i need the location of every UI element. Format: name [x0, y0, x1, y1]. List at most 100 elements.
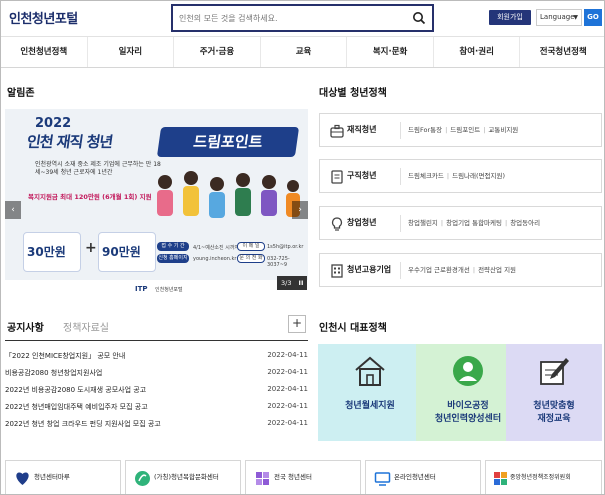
policy-row-name: 재직청년 — [347, 125, 377, 134]
people-illustration-icon — [157, 171, 300, 218]
policy-row-startup[interactable]: 창업청년 창업챌린지 | 창업기업 통합마케팅 | 창업동아리 — [319, 206, 602, 240]
notice-date: 2022-04-11 — [267, 402, 308, 410]
search-input[interactable] — [179, 9, 404, 27]
nav-item-youth-policy[interactable]: 인천청년정책 — [1, 37, 88, 67]
list-item[interactable]: 2022년 청년 창업 크라우드 펀딩 지원사업 모집 공고 2022-04-11 — [5, 417, 308, 434]
banner-year: 2022 — [35, 116, 72, 131]
list-item[interactable]: 2022년 비용공감2080 도시재생 공모사업 공고 2022-04-11 — [5, 383, 308, 400]
pause-icon[interactable]: II — [299, 279, 304, 287]
policy-row-name: 구직청년 — [347, 171, 377, 180]
policy-row-employer[interactable]: 청년고용기업 우수기업 근로환경개선 | 전략산업 지원 — [319, 253, 602, 287]
representative-policy-title: 인천시 대표정책 — [319, 323, 387, 334]
notice-title[interactable]: 2022년 청년매입임대주택 예비입주자 모집 공고 — [5, 402, 148, 412]
notice-date: 2022-04-11 — [267, 351, 308, 359]
house-icon — [355, 356, 385, 386]
policy-link[interactable]: 드림For통장 — [408, 126, 442, 134]
nav-item-welfare[interactable]: 복지·문화 — [347, 37, 434, 67]
rep-card-rent[interactable]: 청년월세지원 — [318, 344, 422, 441]
nav-item-education[interactable]: 교육 — [261, 37, 348, 67]
divider: | — [445, 126, 448, 134]
policy-link[interactable]: 드림체크카드 — [408, 172, 444, 180]
list-item[interactable]: 2022년 청년매입임대주택 예비입주자 모집 공고 2022-04-11 — [5, 400, 308, 417]
language-label: Language — [540, 13, 575, 21]
rep-card-label-line2: 재정교육 — [537, 414, 571, 424]
search-box[interactable] — [171, 4, 434, 32]
rep-card-label-line1: 청년맞춤형 — [533, 401, 575, 411]
policy-links: 드림체크카드 | 드림나래(면접지원) — [408, 160, 508, 192]
counter-text: 3/3 — [281, 279, 292, 287]
policy-link[interactable]: 창업동아리 — [510, 219, 540, 227]
org-logo: ITP — [135, 285, 148, 293]
grid-icon — [494, 472, 507, 485]
nav-item-national-policy[interactable]: 전국청년정책 — [520, 37, 604, 67]
phone-label: 문 의 전 화 — [237, 254, 265, 263]
nav-item-jobs[interactable]: 일자리 — [88, 37, 175, 67]
rep-card-label: 바이오공정청년인력양성센터 — [416, 400, 520, 426]
site-logo[interactable]: 인천청년포털 — [9, 8, 78, 27]
period-value: 4/1~예산소진 시까지 — [193, 245, 240, 251]
policy-links: 창업챌린지 | 창업기업 통합마케팅 | 창업동아리 — [408, 207, 543, 239]
divider: | — [483, 126, 486, 134]
search-icon[interactable] — [412, 11, 426, 25]
tab-notice[interactable]: 공지사항 — [7, 319, 44, 334]
bottom-link-label: 중앙청년정책조정위원회 — [510, 474, 571, 481]
briefcase-icon — [330, 124, 344, 138]
target-policy-title: 대상별 청년정책 — [319, 88, 387, 99]
policy-link[interactable]: 우수기업 근로환경개선 — [408, 266, 470, 274]
policy-row-name: 창업청년 — [347, 218, 377, 227]
leaf-icon — [135, 471, 150, 486]
monitor-icon — [374, 472, 391, 486]
tab-policy-archive[interactable]: 정책자료실 — [63, 319, 109, 334]
policy-link[interactable]: 전략산업 지원 — [478, 266, 516, 274]
rep-card-finance[interactable]: 청년맞춤형재정교육 — [506, 344, 602, 441]
notice-date: 2022-04-11 — [267, 368, 308, 376]
banner-prev-button[interactable]: ‹ — [5, 201, 21, 219]
site-value: young.incheon.kr — [193, 256, 237, 262]
promo-banner[interactable]: 2022 인천 재직 청년 드림포인트 인천광역시 소재 중소 제조 기업에 근… — [5, 109, 308, 296]
rep-card-label-line2: 청년인력양성센터 — [434, 414, 502, 424]
nav-item-participation[interactable]: 참여·권리 — [434, 37, 521, 67]
nav-item-housing[interactable]: 주거·금융 — [174, 37, 261, 67]
language-select[interactable]: Language ▼ — [536, 9, 582, 26]
heart-icon — [16, 472, 29, 485]
org-logo-2: 인천청년포털 — [155, 287, 183, 293]
bottom-link-maru[interactable]: 청년센터마루 — [5, 460, 121, 494]
bottom-link-label: 청년센터마루 — [34, 473, 70, 481]
list-item[interactable]: 「2022 인천MICE창업지원」 공모 안내 2022-04-11 — [5, 349, 308, 366]
rep-card-bio[interactable]: 바이오공정청년인력양성센터 — [416, 344, 520, 441]
policy-row-employed[interactable]: 재직청년 드림For통장 | 드림포인트 | 교통비지원 — [319, 113, 602, 147]
notice-title[interactable]: 「2022 인천MICE창업지원」 공모 안내 — [5, 351, 125, 361]
divider — [400, 215, 401, 232]
bottom-link-label: 온라인청년센터 — [394, 473, 436, 481]
signup-button[interactable]: 회원가입 — [489, 10, 531, 25]
go-button[interactable]: GO — [584, 9, 602, 26]
rep-card-label-line1: 바이오공정 — [447, 401, 489, 411]
divider — [400, 262, 401, 279]
banner-next-button[interactable]: › — [292, 201, 308, 219]
notice-title[interactable]: 2022년 비용공감2080 도시재생 공모사업 공고 — [5, 385, 146, 395]
email-value: 1s5h@itp.or.kr — [267, 244, 304, 250]
bottom-link-label: 전국 청년센터 — [274, 473, 312, 481]
policy-row-jobseeker[interactable]: 구직청년 드림체크카드 | 드림나래(면접지원) — [319, 159, 602, 193]
more-button[interactable]: + — [288, 315, 306, 333]
bottom-link-culture-center[interactable]: (가칭)청년복합문화센터 — [125, 460, 241, 494]
banner-amount-2: 90만원 — [102, 245, 141, 259]
bottom-link-central-committee[interactable]: 중앙청년정책조정위원회 — [485, 460, 602, 494]
banner-headline: 인천 재직 청년 — [25, 133, 114, 151]
list-item[interactable]: 비용공감2080 청년창업지원사업 2022-04-11 — [5, 366, 308, 383]
site-label: 신청 홈페이지 — [157, 254, 189, 263]
divider: | — [440, 219, 444, 227]
bottom-link-national-center[interactable]: 전국 청년센터 — [245, 460, 361, 494]
divider: | — [446, 172, 450, 180]
notice-title[interactable]: 2022년 청년 창업 크라우드 펀딩 지원사업 모집 공고 — [5, 419, 161, 429]
banner-description: 인천광역시 소재 중소 제조 기업에 근무하는 만 18세~39세 청년 근로자… — [35, 161, 161, 176]
policy-link[interactable]: 드림포인트 — [450, 126, 480, 134]
notice-title[interactable]: 비용공감2080 청년창업지원사업 — [5, 368, 102, 378]
policy-link[interactable]: 교통비지원 — [488, 126, 518, 134]
bottom-link-online-center[interactable]: 온라인청년센터 — [365, 460, 481, 494]
policy-link[interactable]: 드림나래(면접지원) — [452, 172, 505, 180]
phone-value: 032-725-3037~9 — [267, 256, 290, 268]
plus-icon: + — [85, 240, 97, 256]
policy-link[interactable]: 창업기업 통합마케팅 — [446, 219, 502, 227]
policy-link[interactable]: 창업챌린지 — [408, 219, 438, 227]
